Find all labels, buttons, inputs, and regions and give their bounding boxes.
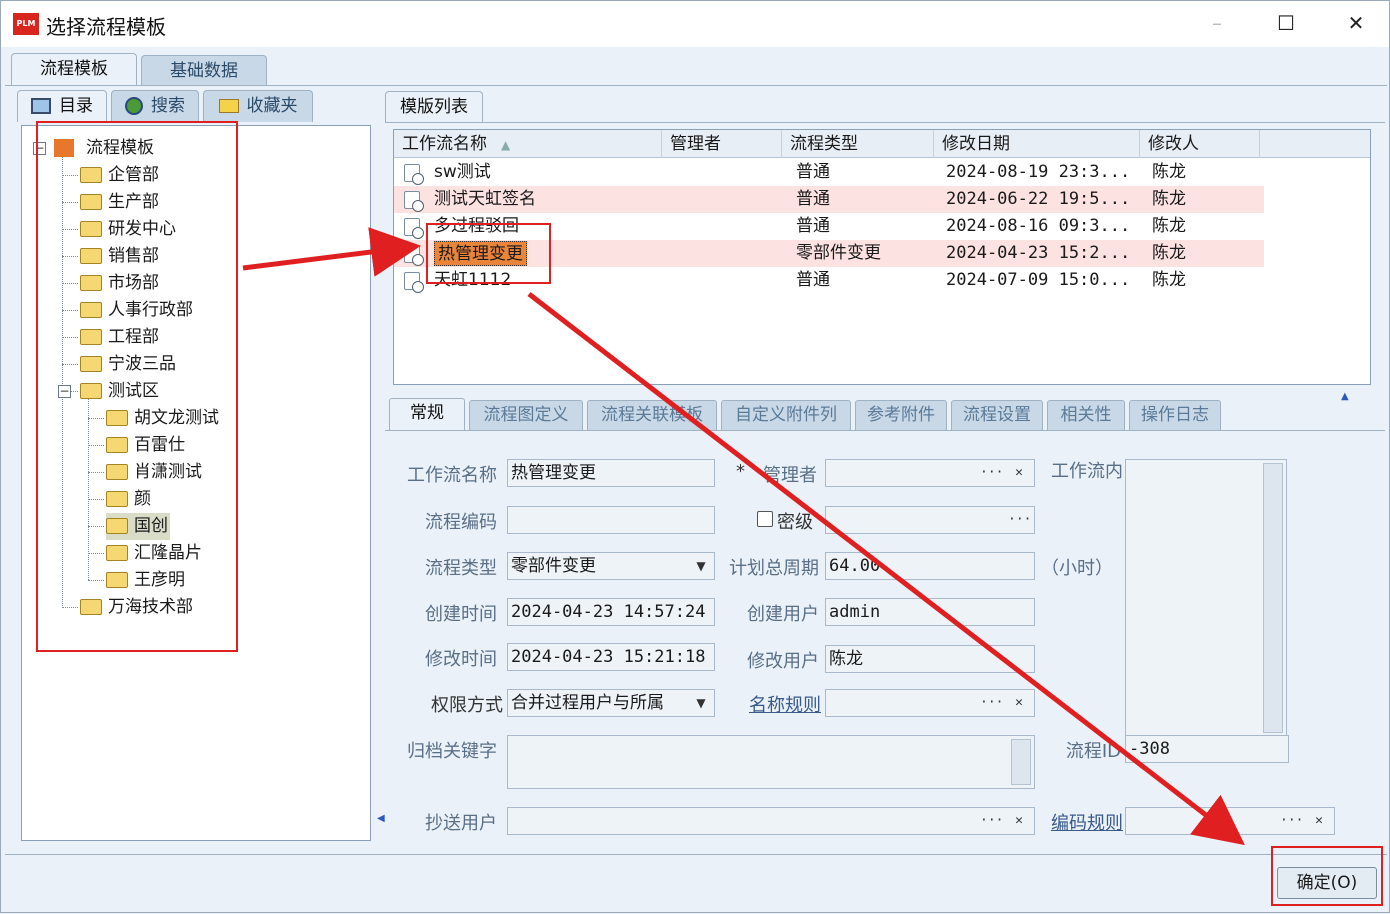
annotation-arrows [242,227,1245,846]
arrow-to-ok [527,292,1245,846]
arrow-to-row [242,227,421,277]
dialog-window: PLM 选择流程模板 – ☐ ✕ 流程模板 基础数据 目录 搜索 收藏夹 − 流… [0,0,1390,913]
